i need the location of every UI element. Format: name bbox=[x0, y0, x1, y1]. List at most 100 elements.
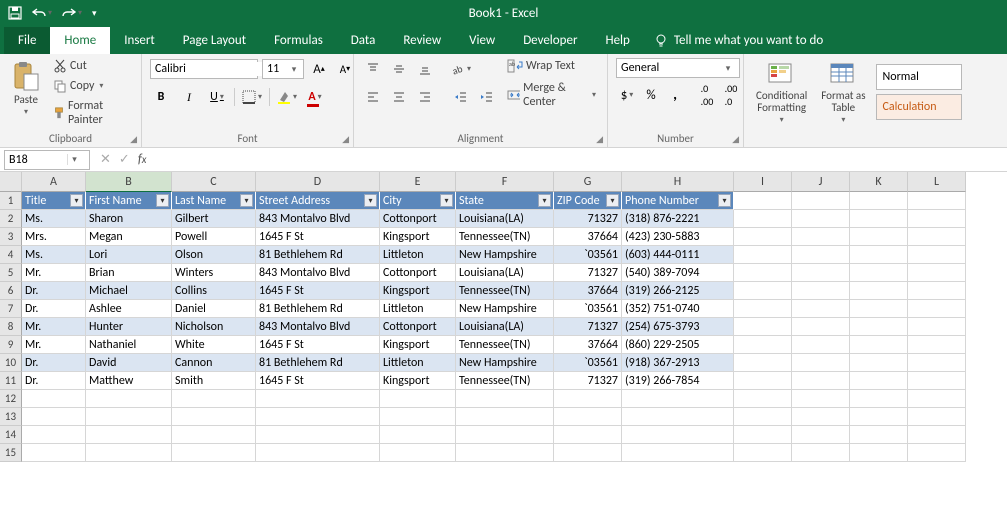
tab-developer[interactable]: Developer bbox=[509, 27, 591, 54]
cell[interactable] bbox=[734, 372, 792, 390]
cell[interactable] bbox=[734, 246, 792, 264]
tell-me-search[interactable]: Tell me what you want to do bbox=[644, 27, 833, 54]
cell[interactable] bbox=[850, 318, 908, 336]
table-header-cell[interactable]: Phone Number▾ bbox=[622, 192, 734, 210]
cell[interactable]: Ms. bbox=[22, 246, 86, 264]
accounting-format-icon[interactable]: $ bbox=[616, 84, 638, 106]
row-header[interactable]: 9 bbox=[0, 336, 22, 354]
cell[interactable] bbox=[850, 336, 908, 354]
column-header-K[interactable]: K bbox=[850, 172, 908, 192]
cell[interactable]: (423) 230-5883 bbox=[622, 228, 734, 246]
cell[interactable] bbox=[734, 318, 792, 336]
cell[interactable]: Mrs. bbox=[22, 228, 86, 246]
row-header[interactable]: 15 bbox=[0, 444, 22, 462]
cell[interactable] bbox=[734, 282, 792, 300]
cell[interactable]: Daniel bbox=[172, 300, 256, 318]
column-header-C[interactable]: C bbox=[172, 172, 256, 192]
cell[interactable] bbox=[734, 408, 792, 426]
cell[interactable]: (319) 266-7854 bbox=[622, 372, 734, 390]
row-header[interactable]: 14 bbox=[0, 426, 22, 444]
cell[interactable] bbox=[256, 444, 380, 462]
align-left-icon[interactable] bbox=[362, 86, 384, 108]
cell[interactable] bbox=[792, 336, 850, 354]
enter-formula-icon[interactable]: ✓ bbox=[119, 152, 130, 167]
decrease-indent-icon[interactable] bbox=[450, 86, 472, 108]
number-launcher-icon[interactable]: ◢ bbox=[732, 134, 739, 145]
cell[interactable]: Michael bbox=[86, 282, 172, 300]
cell[interactable] bbox=[734, 300, 792, 318]
cell[interactable]: New Hampshire bbox=[456, 354, 554, 372]
row-header[interactable]: 3 bbox=[0, 228, 22, 246]
cell[interactable] bbox=[456, 444, 554, 462]
cell[interactable] bbox=[554, 444, 622, 462]
select-all-corner[interactable] bbox=[0, 172, 22, 192]
cell[interactable] bbox=[850, 228, 908, 246]
filter-dropdown-icon[interactable]: ▾ bbox=[606, 194, 619, 207]
cell[interactable] bbox=[850, 408, 908, 426]
cell[interactable] bbox=[792, 264, 850, 282]
cell[interactable] bbox=[554, 426, 622, 444]
filter-dropdown-icon[interactable]: ▾ bbox=[70, 194, 83, 207]
fill-color-button[interactable] bbox=[276, 86, 298, 108]
tab-view[interactable]: View bbox=[455, 27, 509, 54]
align-center-icon[interactable] bbox=[388, 86, 410, 108]
row-header[interactable]: 11 bbox=[0, 372, 22, 390]
cell-style-calculation[interactable]: Calculation bbox=[876, 94, 962, 120]
comma-format-icon[interactable]: , bbox=[664, 84, 686, 106]
cell[interactable] bbox=[792, 192, 850, 210]
cell[interactable]: David bbox=[86, 354, 172, 372]
cell[interactable] bbox=[850, 444, 908, 462]
column-header-E[interactable]: E bbox=[380, 172, 456, 192]
fx-icon[interactable]: fx bbox=[138, 152, 147, 167]
cell[interactable] bbox=[172, 390, 256, 408]
cell[interactable]: Sharon bbox=[86, 210, 172, 228]
cell[interactable]: Nathaniel bbox=[86, 336, 172, 354]
save-icon[interactable] bbox=[8, 3, 22, 23]
cell[interactable] bbox=[908, 228, 966, 246]
cell[interactable] bbox=[622, 444, 734, 462]
tab-formulas[interactable]: Formulas bbox=[260, 27, 337, 54]
table-header-cell[interactable]: First Name▾ bbox=[86, 192, 172, 210]
increase-font-icon[interactable]: A▴ bbox=[308, 58, 330, 80]
cell[interactable]: 71327 bbox=[554, 318, 622, 336]
cell[interactable]: Matthew bbox=[86, 372, 172, 390]
cell[interactable] bbox=[792, 300, 850, 318]
cell[interactable] bbox=[850, 354, 908, 372]
cell[interactable] bbox=[734, 210, 792, 228]
borders-button[interactable] bbox=[241, 86, 263, 108]
cell[interactable]: Powell bbox=[172, 228, 256, 246]
cell[interactable]: 71327 bbox=[554, 264, 622, 282]
filter-dropdown-icon[interactable]: ▾ bbox=[156, 194, 169, 207]
tab-review[interactable]: Review bbox=[389, 27, 455, 54]
row-header[interactable]: 7 bbox=[0, 300, 22, 318]
cell[interactable] bbox=[734, 336, 792, 354]
cell[interactable]: Gilbert bbox=[172, 210, 256, 228]
merge-center-button[interactable]: Merge & Center bbox=[504, 80, 599, 110]
copy-button[interactable]: Copy bbox=[50, 78, 133, 94]
cell[interactable]: 1645 F St bbox=[256, 336, 380, 354]
cell[interactable]: (603) 444-0111 bbox=[622, 246, 734, 264]
cell[interactable] bbox=[850, 300, 908, 318]
table-header-cell[interactable]: City▾ bbox=[380, 192, 456, 210]
wrap-text-button[interactable]: ab Wrap Text bbox=[504, 58, 599, 74]
cell[interactable]: (352) 751-0740 bbox=[622, 300, 734, 318]
table-header-cell[interactable]: State▾ bbox=[456, 192, 554, 210]
formula-input[interactable] bbox=[156, 150, 1007, 170]
cell[interactable]: `03561 bbox=[554, 246, 622, 264]
column-header-B[interactable]: B bbox=[86, 172, 172, 192]
cell[interactable]: Tennessee(TN) bbox=[456, 282, 554, 300]
cell[interactable]: Dr. bbox=[22, 282, 86, 300]
clipboard-launcher-icon[interactable]: ◢ bbox=[130, 134, 137, 145]
cell[interactable] bbox=[850, 390, 908, 408]
cell[interactable]: (254) 675-3793 bbox=[622, 318, 734, 336]
cell[interactable]: Kingsport bbox=[380, 372, 456, 390]
row-header[interactable]: 12 bbox=[0, 390, 22, 408]
decrease-decimal-icon[interactable]: .00.0 bbox=[720, 84, 742, 106]
column-header-H[interactable]: H bbox=[622, 172, 734, 192]
percent-format-icon[interactable]: % bbox=[640, 84, 662, 106]
cell[interactable] bbox=[86, 444, 172, 462]
column-header-D[interactable]: D bbox=[256, 172, 380, 192]
row-header[interactable]: 6 bbox=[0, 282, 22, 300]
cell[interactable]: Mr. bbox=[22, 264, 86, 282]
table-header-cell[interactable]: Street Address▾ bbox=[256, 192, 380, 210]
